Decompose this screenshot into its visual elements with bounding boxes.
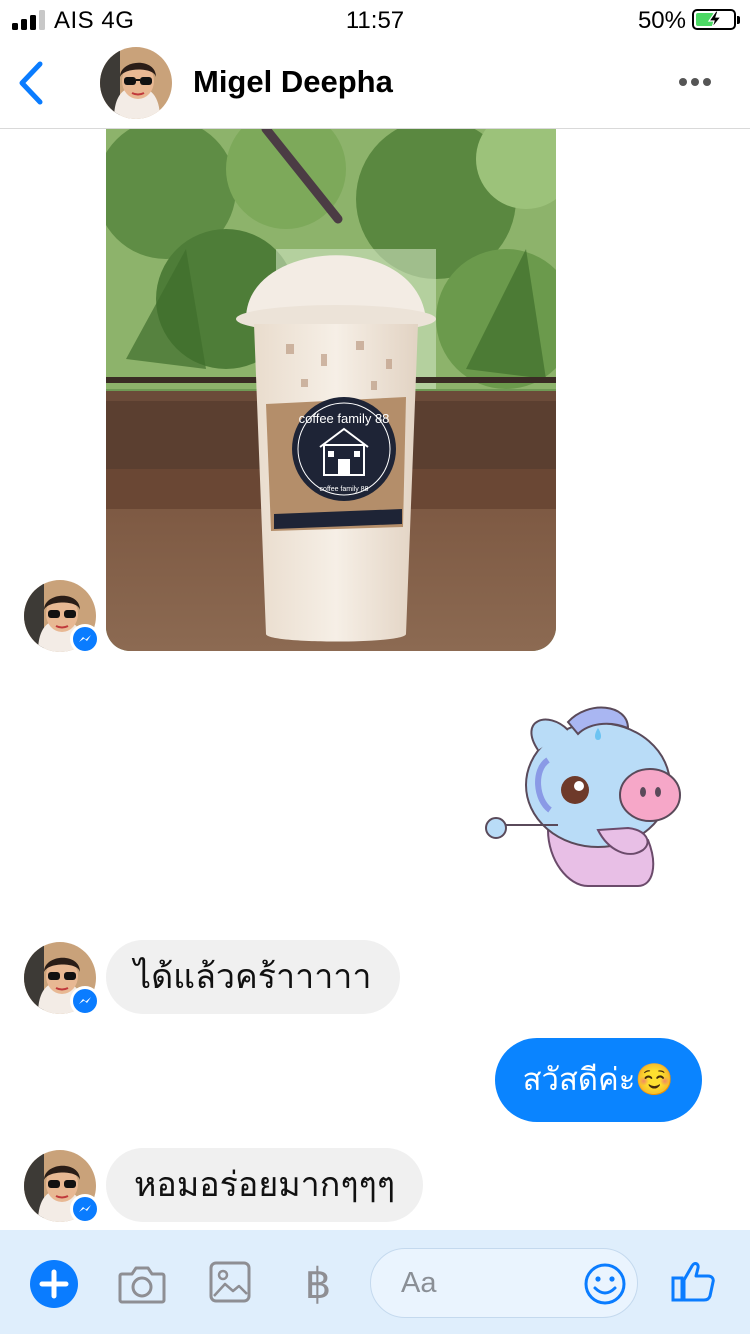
image-icon[interactable] xyxy=(208,1260,252,1304)
charging-bolt-icon xyxy=(707,11,723,28)
messenger-badge-icon xyxy=(70,1194,100,1224)
contact-avatar[interactable] xyxy=(100,47,172,119)
plus-icon[interactable] xyxy=(30,1260,78,1308)
ellipsis-icon[interactable] xyxy=(678,76,712,88)
contact-avatar-small[interactable] xyxy=(24,580,100,654)
outgoing-message-bubble[interactable]: สวัสดีค่ะ☺️ xyxy=(494,1038,702,1122)
battery-percent: 50% xyxy=(637,7,686,34)
conversation-header: Migel Deepha xyxy=(0,40,750,129)
photo-message[interactable]: coffee family 88 coffee family 88 xyxy=(106,129,556,651)
incoming-message-bubble[interactable]: หอมอร่อยมากๆๆๆ xyxy=(106,1148,424,1222)
status-bar: AIS 4G 11:57 50% xyxy=(0,0,750,40)
contact-avatar-small[interactable] xyxy=(24,942,100,1016)
messenger-badge-icon xyxy=(70,986,100,1016)
cup-label-top: coffee family 88 xyxy=(299,411,390,426)
camera-icon[interactable] xyxy=(118,1262,166,1306)
emoji-icon[interactable] xyxy=(583,1262,627,1306)
battery-icon xyxy=(692,9,740,30)
contact-name[interactable]: Migel Deepha xyxy=(193,64,393,100)
message-input-placeholder: Aa xyxy=(401,1267,437,1299)
incoming-message-bubble[interactable]: ได้แล้วคร้าาาาา xyxy=(106,940,400,1014)
iced-drink-photo: coffee family 88 coffee family 88 xyxy=(106,129,556,651)
messenger-badge-icon xyxy=(70,624,100,654)
thumbs-up-icon[interactable] xyxy=(670,1258,716,1304)
chevron-left-icon[interactable] xyxy=(14,58,48,108)
message-input[interactable]: Aa xyxy=(370,1248,638,1318)
cup-label-bottom: coffee family 88 xyxy=(320,486,369,493)
message-composer: ฿ Aa xyxy=(0,1230,750,1334)
sticker-message[interactable] xyxy=(478,700,688,890)
baht-icon[interactable]: ฿ xyxy=(298,1258,338,1310)
contact-avatar-small[interactable] xyxy=(24,1150,100,1224)
